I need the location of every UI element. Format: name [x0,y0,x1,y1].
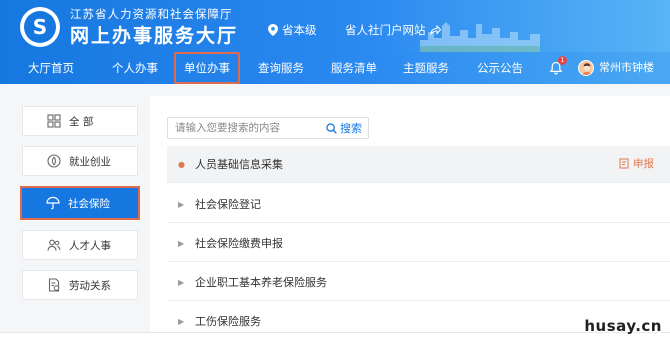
search-icon [326,122,337,134]
caret-right-icon: ▶ [178,199,185,209]
people-icon [47,239,61,251]
grid-icon [47,114,61,128]
portal-link[interactable]: 省人社门户网站 [345,22,441,38]
service-label: 社会保险登记 [195,198,261,211]
divider [167,182,670,183]
notification-badge: 1 [558,56,567,65]
caret-right-icon: ▶ [178,238,185,248]
share-arrow-icon [429,25,441,35]
main-nav: 大厅首页 个人办事 单位办事 查询服务 服务清单 主题服务 公示公告 1 常州市… [0,52,670,84]
user-name[interactable]: 常州市钟楼 [599,52,654,84]
sidebar-item-label: 全 部 [69,115,94,128]
header-banner: S 江苏省人力资源和社会保障厅 网上办事服务大厅 省本级 省人社门户网站 [0,0,670,52]
service-label: 人员基础信息采集 [195,158,283,171]
caret-right-icon: ▶ [178,316,185,326]
service-row-personnel-info[interactable]: ● 人员基础信息采集 申报 [167,146,670,182]
watermark: husay.cn [584,317,662,335]
site-logo[interactable]: S [20,7,60,47]
avatar[interactable] [578,60,594,76]
apply-button[interactable]: 申报 [619,156,654,171]
sidebar-item-employment[interactable]: 就业创业 [22,146,138,176]
sidebar-item-label: 就业创业 [69,155,111,168]
apply-label: 申报 [633,158,654,170]
sidebar-item-all[interactable]: 全 部 [22,106,138,136]
umbrella-icon [46,196,60,210]
sidebar-item-label: 劳动关系 [69,279,111,292]
region-label: 省本级 [282,23,317,37]
search-button-label: 搜索 [340,122,362,135]
service-row-pension-service[interactable]: ▶ 企业职工基本养老保险服务 [167,264,670,300]
org-name: 江苏省人力资源和社会保障厅 [70,7,233,21]
region-selector[interactable]: 省本级 [268,22,317,38]
service-label: 企业职工基本养老保险服务 [195,276,327,289]
sidebar-item-label: 社会保险 [68,197,110,210]
sidebar-item-social-insurance[interactable]: 社会保险 [20,186,140,220]
divider [167,222,670,223]
expanded-circle-icon: ● [178,159,185,169]
service-row-contribution-declaration[interactable]: ▶ 社会保险缴费申报 [167,225,670,261]
portal-link-label: 省人社门户网站 [345,23,426,37]
service-label: 社会保险缴费申报 [195,237,283,250]
nav-item-themes[interactable]: 主题服务 [403,52,449,84]
search-button[interactable]: 搜索 [326,120,362,136]
location-pin-icon [268,24,278,36]
sidebar-item-talent[interactable]: 人才人事 [22,230,138,260]
site-title: 网上办事服务大厅 [70,25,239,47]
search-bar: 搜索 [167,117,369,139]
divider [167,300,670,301]
leaf-icon [47,154,61,168]
divider [167,261,670,262]
nav-item-home[interactable]: 大厅首页 [28,52,74,84]
document-icon [48,278,60,292]
nav-item-personal[interactable]: 个人办事 [112,52,158,84]
user-face-icon [582,63,592,75]
service-label: 工伤保险服务 [195,315,261,328]
nav-item-announcements[interactable]: 公示公告 [477,52,523,84]
sidebar-item-label: 人才人事 [69,239,111,252]
service-panel: 搜索 ● 人员基础信息采集 申报 ▶ 社会保险登记 ▶ 社会保险缴费申报 ▶ 企… [150,96,670,341]
footer-strip [0,332,670,341]
nav-item-unit-affairs[interactable]: 单位办事 [174,52,240,84]
nav-item-query[interactable]: 查询服务 [258,52,304,84]
form-icon [619,158,629,169]
caret-right-icon: ▶ [178,277,185,287]
nav-item-service-list[interactable]: 服务清单 [331,52,377,84]
logo-emblem-icon: S [24,11,56,43]
service-row-insurance-registration[interactable]: ▶ 社会保险登记 [167,186,670,222]
search-input[interactable] [168,118,328,138]
sidebar-item-labor-relations[interactable]: 劳动关系 [22,270,138,300]
